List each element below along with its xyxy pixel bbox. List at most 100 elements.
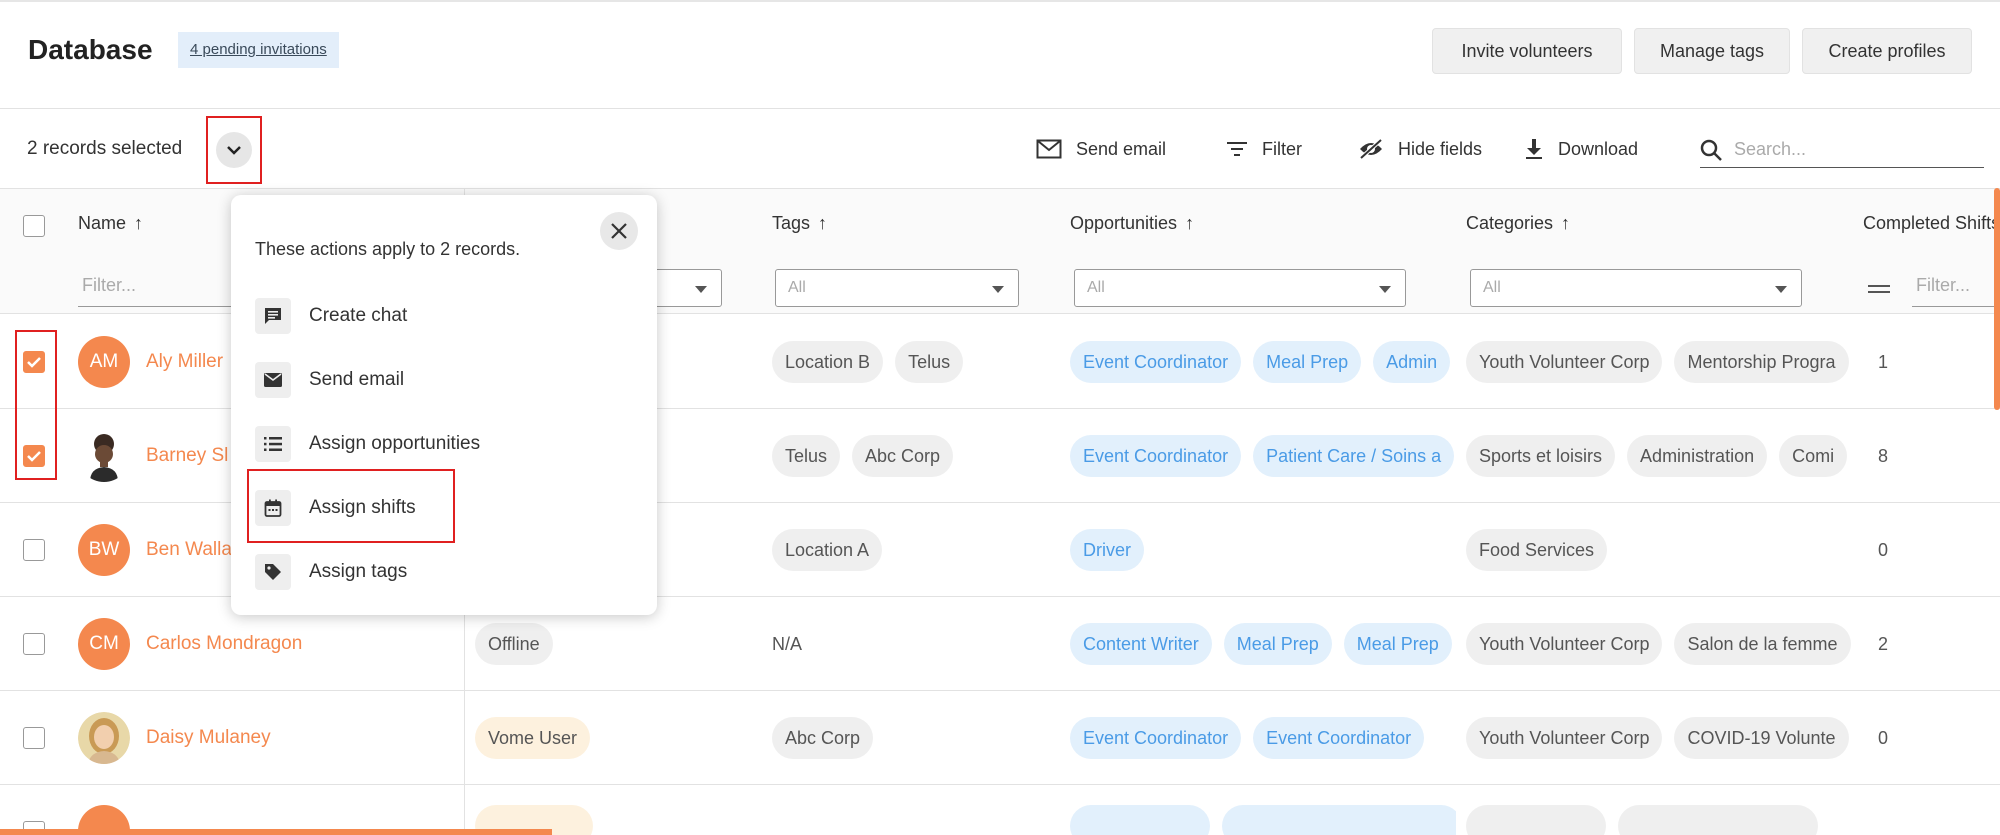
- search-input[interactable]: [1734, 139, 1964, 160]
- categories-filter-select[interactable]: All: [1470, 269, 1802, 307]
- completed-shifts-cell: 0: [1878, 727, 1889, 748]
- send-email-button[interactable]: Send email: [1036, 134, 1166, 164]
- category-chip: Salon de la femme: [1674, 623, 1851, 665]
- sort-arrow-icon: ↑: [1561, 213, 1571, 233]
- opportunities-cell: [1070, 805, 1456, 835]
- completed-shifts-cell: 1: [1878, 351, 1889, 372]
- tags-cell: N/A: [772, 633, 803, 654]
- volunteer-name-link[interactable]: Daisy Mulaney: [146, 727, 271, 749]
- tags-cell: Location A: [772, 503, 1052, 597]
- avatar: BW: [78, 524, 130, 576]
- opportunity-chip: Meal Prep: [1253, 341, 1362, 383]
- pending-invitations-label[interactable]: 4 pending invitations: [190, 41, 327, 58]
- filter-icon: [1227, 142, 1247, 156]
- selection-actions-toggle[interactable]: [206, 116, 262, 184]
- avatar: AM: [78, 336, 130, 388]
- categories-cell: Youth Volunteer Corp Salon de la femme: [1466, 597, 1852, 691]
- opportunity-chip: Admin: [1373, 341, 1451, 383]
- tags-cell: Location B Telus: [772, 315, 1052, 409]
- menu-item-send-email[interactable]: Send email: [255, 360, 404, 400]
- page-header: Database 4 pending invitations Invite vo…: [0, 2, 2000, 109]
- manage-tags-button[interactable]: Manage tags: [1634, 28, 1790, 74]
- status-cell: Vome User: [475, 691, 755, 785]
- opportunities-cell: Content Writer Meal Prep Meal Prep: [1070, 597, 1456, 691]
- hide-fields-button[interactable]: Hide fields: [1358, 134, 1482, 164]
- user-photo-icon: [90, 434, 118, 482]
- page-title: Database: [28, 34, 153, 65]
- opportunity-chip: Event Coordinator: [1070, 341, 1242, 383]
- volunteer-name-link[interactable]: Barney Sl: [146, 445, 228, 467]
- category-chip: Administration: [1627, 435, 1768, 477]
- category-chip: Mentorship Progra: [1674, 341, 1849, 383]
- status-badge: Offline: [475, 623, 553, 665]
- tags-cell: Telus Abc Corp: [772, 409, 1052, 503]
- table-row[interactable]: [0, 785, 2000, 835]
- volunteer-name-link[interactable]: Ben Walla: [146, 539, 232, 561]
- opportunities-cell: Event Coordinator Event Coordinator: [1070, 691, 1456, 785]
- selection-actions-button[interactable]: [216, 132, 252, 168]
- download-icon: [1526, 139, 1542, 159]
- select-all-checkbox[interactable]: [23, 215, 45, 237]
- download-button[interactable]: Download: [1524, 134, 1638, 164]
- categories-cell: Food Services: [1466, 503, 1852, 597]
- opportunities-filter-select[interactable]: All: [1074, 269, 1406, 307]
- categories-cell: Youth Volunteer Corp COVID-19 Volunte: [1466, 691, 1852, 785]
- category-chip: Comi: [1779, 435, 1848, 477]
- tags-cell: Abc Corp: [772, 691, 1052, 785]
- column-header-tags[interactable]: Tags ↑: [772, 213, 827, 234]
- row-checkbox[interactable]: [23, 633, 45, 655]
- menu-item-assign-opportunities[interactable]: Assign opportunities: [255, 424, 480, 464]
- vertical-scrollbar-thumb[interactable]: [1994, 188, 2000, 410]
- horizontal-scrollbar-thumb[interactable]: [0, 829, 552, 835]
- volunteer-name-link[interactable]: Aly Miller: [146, 351, 223, 373]
- category-chip: Youth Volunteer Corp: [1466, 623, 1663, 665]
- name-filter-input[interactable]: Filter...: [78, 269, 238, 307]
- column-header-completed-shifts[interactable]: Completed Shifts: [1863, 213, 2000, 234]
- search-box[interactable]: [1700, 132, 1984, 168]
- invite-volunteers-button[interactable]: Invite volunteers: [1432, 28, 1622, 74]
- list-icon: [255, 426, 291, 462]
- column-header-name[interactable]: Name ↑: [78, 213, 143, 234]
- avatar: CM: [78, 618, 130, 670]
- opportunities-cell: Event Coordinator Meal Prep Admin: [1070, 315, 1456, 409]
- user-photo-icon: [78, 712, 130, 764]
- row-checkbox[interactable]: [23, 539, 45, 561]
- hide-fields-label: Hide fields: [1398, 138, 1483, 159]
- tags-filter-select[interactable]: All: [775, 269, 1019, 307]
- pending-invitations-badge[interactable]: 4 pending invitations: [178, 32, 339, 68]
- equals-operator-icon[interactable]: [1868, 285, 1890, 293]
- completed-shifts-filter-input[interactable]: Filter...: [1912, 269, 2000, 307]
- table-row[interactable]: Daisy Mulaney Vome User Abc Corp Event C…: [0, 691, 2000, 785]
- tag-chip: Telus: [772, 435, 841, 477]
- chat-icon: [255, 298, 291, 334]
- tag-chip: Location A: [772, 529, 883, 571]
- menu-item-assign-tags[interactable]: Assign tags: [255, 552, 407, 592]
- row-checkbox[interactable]: [23, 727, 45, 749]
- column-header-opportunities[interactable]: Opportunities ↑: [1070, 213, 1194, 234]
- opportunity-chip: Event Coordinator: [1253, 717, 1425, 759]
- sort-arrow-icon: ↑: [134, 213, 144, 233]
- tag-chip: Telus: [895, 341, 964, 383]
- opportunity-chip: Driver: [1070, 529, 1144, 571]
- chevron-down-icon: [695, 286, 707, 293]
- create-profiles-button[interactable]: Create profiles: [1802, 28, 1972, 74]
- bulk-actions-popup: These actions apply to 2 records. Create…: [231, 195, 657, 615]
- tag-icon: [255, 554, 291, 590]
- opportunities-cell: Event Coordinator Patient Care / Soins a: [1070, 409, 1456, 503]
- category-chip: Youth Volunteer Corp: [1466, 341, 1663, 383]
- close-popup-button[interactable]: [600, 212, 638, 250]
- tag-chip: Abc Corp: [772, 717, 874, 759]
- sort-arrow-icon: ↑: [1185, 213, 1195, 233]
- opportunity-chip: Meal Prep: [1223, 623, 1332, 665]
- status-badge: Vome User: [475, 717, 591, 759]
- volunteer-name-link[interactable]: Carlos Mondragon: [146, 633, 302, 655]
- category-chip: COVID-19 Volunte: [1674, 717, 1849, 759]
- opportunities-cell: Driver: [1070, 503, 1456, 597]
- categories-cell: Sports et loisirs Administration Comi: [1466, 409, 1852, 503]
- opportunity-chip: Event Coordinator: [1070, 435, 1242, 477]
- filter-button[interactable]: Filter: [1226, 134, 1302, 164]
- name-cell[interactable]: Daisy Mulaney: [78, 691, 464, 785]
- column-header-categories[interactable]: Categories ↑: [1466, 213, 1570, 234]
- opportunity-chip: Event Coordinator: [1070, 717, 1242, 759]
- menu-item-create-chat[interactable]: Create chat: [255, 296, 407, 336]
